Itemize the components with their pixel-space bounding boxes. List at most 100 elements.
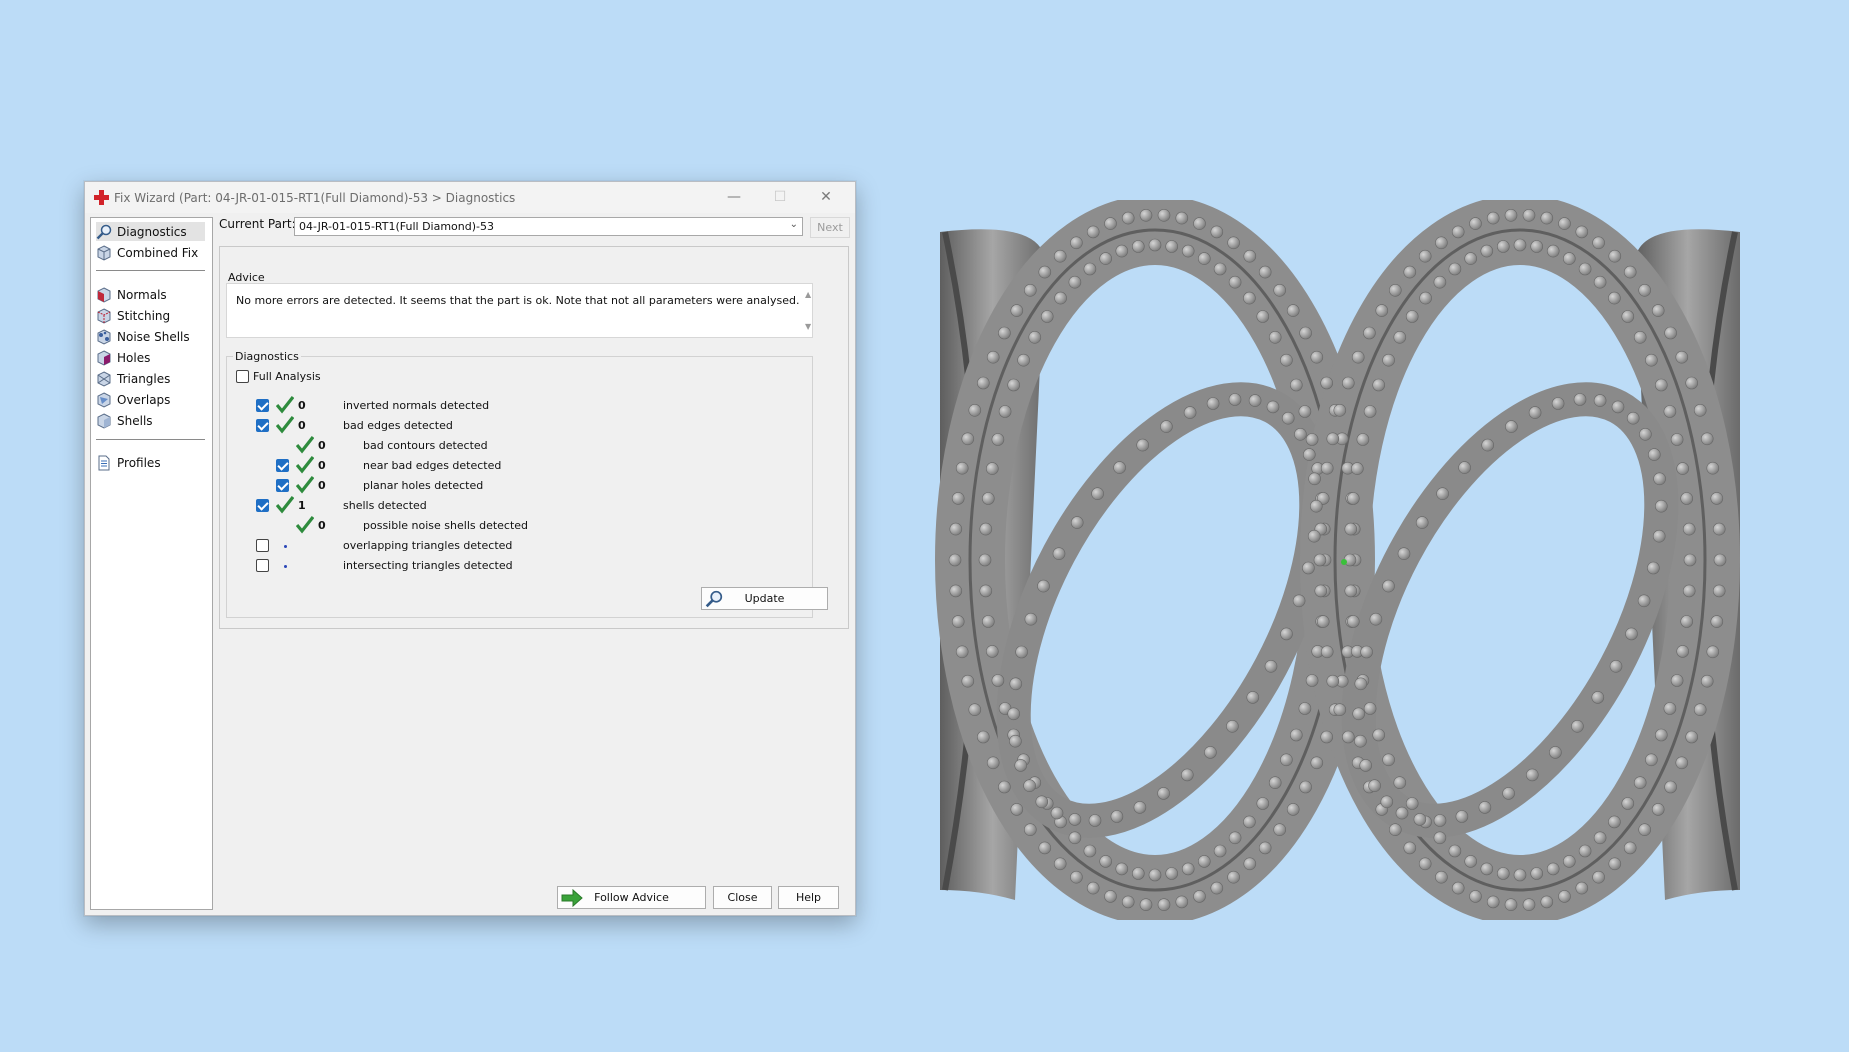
diamond-stone: [1388, 284, 1402, 297]
diamond-stone: [1608, 291, 1621, 305]
diamond-stone: [1197, 855, 1211, 868]
sidebar-item-noise-shells[interactable]: Noise Shells: [96, 327, 205, 346]
close-button[interactable]: Close: [713, 886, 772, 909]
diamond-stone: [1009, 677, 1023, 691]
current-part-select[interactable]: 04-JR-01-015-RT1(Full Diamond)-53 ⌄: [294, 217, 803, 236]
diagnostic-checkbox[interactable]: [256, 419, 269, 432]
diagnostic-label: shells detected: [343, 499, 427, 512]
pending-dot-icon: [284, 545, 287, 548]
diamond-stone: [1139, 209, 1153, 222]
diamond-stone: [1354, 734, 1367, 748]
diamond-stone: [1086, 881, 1100, 895]
diamond-stone: [1368, 779, 1381, 793]
diamond-stone: [1645, 353, 1658, 367]
diamond-stone: [1070, 236, 1083, 250]
diamond-stone: [1522, 898, 1536, 912]
diamond-stone: [1350, 462, 1364, 475]
green-checkmark-icon: [276, 396, 294, 414]
title-bar[interactable]: Fix Wizard (Part: 04-JR-01-015-RT1(Full …: [85, 182, 855, 213]
diamond-stone: [1280, 753, 1293, 767]
diamond-stone: [1015, 645, 1028, 659]
follow-advice-button[interactable]: Follow Advice: [557, 886, 706, 909]
scroll-down-arrow-icon[interactable]: ▼: [805, 322, 811, 331]
next-button[interactable]: Next: [810, 217, 850, 238]
diamond-stone: [1363, 405, 1377, 418]
diamond-stone: [1706, 461, 1720, 475]
diamond-stone: [1243, 815, 1256, 829]
diamond-stone: [1578, 262, 1592, 276]
scroll-up-arrow-icon[interactable]: ▲: [805, 290, 811, 299]
diamond-stone: [1183, 406, 1197, 419]
diamond-stone: [1068, 831, 1082, 845]
diagnostic-row: 0 inverted normals detected: [85, 396, 585, 415]
diamond-stone: [1302, 561, 1315, 575]
diagnostic-checkbox[interactable]: [256, 399, 269, 412]
diamond-stone: [1710, 615, 1724, 628]
diamond-stone: [1626, 411, 1640, 425]
diamond-stone: [1638, 284, 1652, 297]
minimize-button[interactable]: —: [711, 182, 757, 213]
sidebar-item-stitching[interactable]: Stitching: [96, 306, 205, 325]
diamond-stone: [1448, 262, 1462, 276]
chevron-down-icon: ⌄: [789, 219, 798, 230]
sidebar-item-combined-fix[interactable]: Combined Fix: [96, 243, 205, 262]
diamond-stone: [949, 522, 963, 536]
diamond-stone: [1228, 393, 1242, 406]
diamond-stone: [1549, 746, 1562, 759]
diamond-stone: [1007, 707, 1020, 721]
diamond-stone: [1264, 659, 1278, 673]
green-checkmark-icon: [296, 436, 314, 454]
diamond-stone: [1578, 844, 1592, 858]
diamond-stone: [1481, 438, 1495, 452]
diamond-stone: [1181, 244, 1195, 258]
diamond-stone: [1139, 898, 1153, 912]
diamond-stone: [1664, 780, 1677, 794]
diagnostic-checkbox[interactable]: [276, 479, 289, 492]
diamond-stone: [1393, 331, 1407, 344]
diagnostic-checkbox[interactable]: [256, 559, 269, 572]
stitching-cube-icon: [97, 307, 111, 324]
diamond-stone: [955, 461, 969, 475]
diamond-stone: [1413, 813, 1427, 826]
diamond-stone: [1289, 728, 1303, 742]
diamond-stone: [1227, 870, 1240, 884]
diamond-stone: [951, 615, 965, 628]
3d-viewport-ring-model[interactable]: [920, 200, 1760, 920]
sidebar-item-holes[interactable]: Holes: [96, 348, 205, 367]
close-window-button[interactable]: ✕: [803, 182, 849, 213]
diamond-stone: [1035, 795, 1049, 809]
update-label: Update: [744, 592, 785, 605]
full-analysis-checkbox[interactable]: [236, 370, 249, 383]
diagnostic-checkbox[interactable]: [256, 539, 269, 552]
diamond-stone: [1670, 433, 1684, 446]
diamond-stone: [1693, 703, 1707, 717]
diamond-stone: [1210, 881, 1224, 895]
diagnostic-checkbox[interactable]: [276, 459, 289, 472]
sidebar-item-triangles[interactable]: Triangles: [96, 369, 205, 388]
help-button[interactable]: Help: [778, 886, 839, 909]
diamond-stone: [1104, 217, 1117, 230]
sidebar-item-diagnostics[interactable]: Diagnostics: [96, 222, 205, 241]
diamond-stone: [1433, 814, 1447, 827]
diagnostic-label: near bad edges detected: [363, 459, 502, 472]
maximize-button[interactable]: ☐: [757, 182, 803, 213]
green-checkmark-icon: [296, 476, 314, 494]
diamond-stone: [1675, 350, 1689, 364]
diamond-stone: [998, 326, 1011, 340]
diamond-stone: [1436, 487, 1449, 501]
diamond-stone: [1286, 304, 1300, 317]
update-button[interactable]: Update: [701, 587, 828, 610]
diagnostic-checkbox[interactable]: [256, 499, 269, 512]
diamond-stone: [1070, 516, 1084, 529]
green-checkmark-icon: [296, 516, 314, 534]
normals-cube-icon: [97, 286, 111, 303]
diamond-stone: [1504, 898, 1518, 912]
diamond-stone: [1540, 895, 1554, 909]
diamond-stone: [1637, 594, 1651, 608]
diamond-stone: [968, 404, 982, 417]
full-analysis-option[interactable]: Full Analysis: [236, 368, 436, 386]
diamond-stone: [1294, 428, 1307, 441]
sidebar-item-normals[interactable]: Normals: [96, 285, 205, 304]
diamond-stone: [1320, 730, 1334, 744]
diamond-stone: [1621, 797, 1635, 810]
